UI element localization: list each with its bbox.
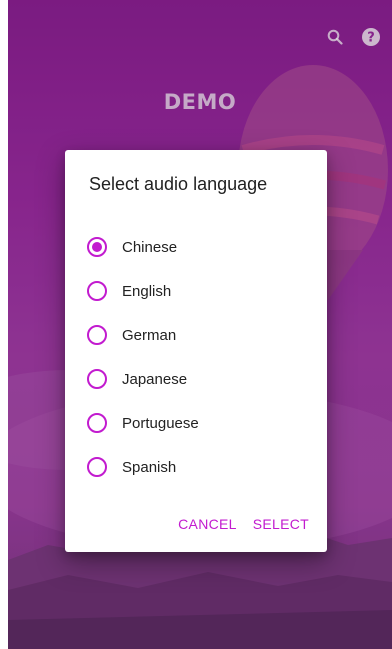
option-german[interactable]: German: [87, 313, 307, 357]
option-chinese[interactable]: Chinese: [87, 225, 307, 269]
radio-button[interactable]: [87, 325, 107, 345]
select-button[interactable]: SELECT: [253, 516, 309, 532]
option-label: Japanese: [122, 370, 188, 388]
radio-button[interactable]: [87, 369, 107, 389]
option-label: Chinese: [122, 238, 178, 256]
radio-button[interactable]: [87, 413, 107, 433]
language-options: Chinese English German Japanese Portugue…: [87, 225, 307, 489]
option-english[interactable]: English: [87, 269, 307, 313]
radio-button-checked[interactable]: [87, 237, 107, 257]
option-label: German: [122, 326, 177, 344]
option-label: English: [122, 282, 172, 300]
audio-language-dialog: Select audio language Chinese English Ge…: [65, 150, 327, 552]
option-japanese[interactable]: Japanese: [87, 357, 307, 401]
option-label: Portuguese: [122, 414, 199, 432]
option-label: Spanish: [122, 458, 177, 476]
option-portuguese[interactable]: Portuguese: [87, 401, 307, 445]
option-spanish[interactable]: Spanish: [87, 445, 307, 489]
radio-button[interactable]: [87, 281, 107, 301]
dialog-title: Select audio language: [89, 174, 268, 194]
dialog-actions: CANCEL SELECT: [178, 516, 309, 532]
cancel-button[interactable]: CANCEL: [178, 516, 237, 532]
radio-button[interactable]: [87, 457, 107, 477]
